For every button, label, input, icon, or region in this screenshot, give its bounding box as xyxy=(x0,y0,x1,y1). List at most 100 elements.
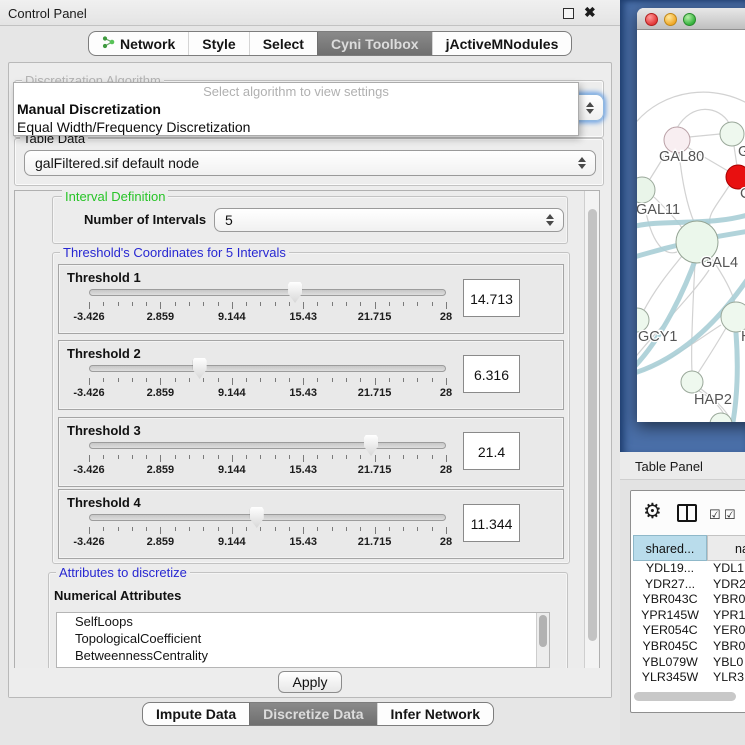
slider-track[interactable] xyxy=(89,289,446,296)
column-header-shared-name[interactable]: shared... xyxy=(633,535,707,561)
table-row[interactable]: YPR145WYPR1 xyxy=(631,608,745,624)
attribute-list-item[interactable]: BetweennessCentrality xyxy=(57,647,549,664)
tab-discretize-data[interactable]: Discretize Data xyxy=(249,703,376,725)
slider-tick xyxy=(89,302,90,309)
interval-definition-legend: Interval Definition xyxy=(62,189,168,204)
slider-tick xyxy=(218,378,219,382)
table-row[interactable]: YLR345WYLR3 xyxy=(631,670,745,686)
gear-icon[interactable]: ⚙ xyxy=(643,499,662,524)
table-row[interactable]: YBR045CYBR0 xyxy=(631,639,745,655)
slider-tick xyxy=(432,527,433,531)
network-and-table-panel: GAL80GCGAL11GAL4GCY1HHAP2 Table Panel ⚙ … xyxy=(620,0,745,745)
network-node-label: H xyxy=(741,329,745,345)
slider-handle[interactable] xyxy=(193,358,207,379)
float-window-icon[interactable] xyxy=(563,8,574,19)
slider-track[interactable] xyxy=(89,514,446,521)
tab-select[interactable]: Select xyxy=(249,32,317,55)
table-row[interactable]: YDL19...YDL1 xyxy=(631,561,745,577)
table-row[interactable]: YER054CYER0 xyxy=(631,623,745,639)
network-node[interactable] xyxy=(721,302,745,332)
network-node[interactable] xyxy=(681,371,703,393)
attributes-scrollbar[interactable] xyxy=(536,613,549,667)
threshold-value-box[interactable]: 14.713 xyxy=(463,279,520,317)
tab-cyni-toolbox[interactable]: Cyni Toolbox xyxy=(317,32,432,55)
minimize-traffic-light-icon[interactable] xyxy=(664,13,677,26)
tab-style[interactable]: Style xyxy=(188,32,248,55)
zoom-traffic-light-icon[interactable] xyxy=(683,13,696,26)
slider-tick-label: 9.144 xyxy=(218,536,246,548)
column-header-name[interactable]: na xyxy=(707,535,745,561)
threshold-value-box[interactable]: 21.4 xyxy=(463,432,520,470)
slider-tick xyxy=(317,455,318,459)
slider-handle[interactable] xyxy=(250,507,264,528)
scrollbar-thumb[interactable] xyxy=(634,692,736,701)
close-icon[interactable]: ✖ xyxy=(584,4,596,21)
slider-tick xyxy=(346,527,347,531)
apply-button[interactable]: Apply xyxy=(278,671,342,693)
network-node[interactable] xyxy=(637,177,655,203)
slider-tick xyxy=(432,302,433,306)
algorithm-dropdown-popup: Select algorithm to view settings Manual… xyxy=(13,82,579,136)
slider-tick xyxy=(175,378,176,382)
slider-tick xyxy=(275,527,276,531)
table-data-combobox[interactable]: galFiltered.sif default node xyxy=(24,150,596,176)
dropdown-option[interactable]: Manual Discretization xyxy=(14,100,578,118)
slider-tick xyxy=(132,455,133,459)
scrollbar-thumb[interactable] xyxy=(588,209,597,641)
dropdown-option[interactable]: Equal Width/Frequency Discretization xyxy=(14,118,578,136)
bottom-tabbar: Impute DataDiscretize DataInfer Network xyxy=(142,702,494,726)
tab-impute-data[interactable]: Impute Data xyxy=(143,703,249,725)
close-traffic-light-icon[interactable] xyxy=(645,13,658,26)
threshold-panel: Threshold 2-3.4262.8599.14415.4321.71528… xyxy=(58,340,564,410)
network-node[interactable] xyxy=(720,122,744,146)
slider-tick-label: 28 xyxy=(440,311,452,323)
slider-tick xyxy=(360,378,361,382)
cell-name: YBR0 xyxy=(713,592,745,608)
slider-tick xyxy=(218,455,219,459)
slider-tick xyxy=(260,378,261,382)
dropdown-prompt: Select algorithm to view settings xyxy=(14,83,578,100)
table-body: YDL19...YDL1YDR27...YDR2YBR043C YBR0YPR14… xyxy=(631,561,745,688)
network-graph: GAL80GCGAL11GAL4GCY1HHAP2 xyxy=(637,30,745,422)
slider-tick xyxy=(175,527,176,531)
slider-tick xyxy=(332,302,333,306)
tab-jactivemnodules[interactable]: jActiveMNodules xyxy=(432,32,572,55)
cell-shared-name: YBR043C xyxy=(633,592,707,608)
slider-handle[interactable] xyxy=(288,282,302,303)
threshold-value-box[interactable]: 6.316 xyxy=(463,355,520,393)
slider-tick xyxy=(132,302,133,306)
slider-track[interactable] xyxy=(89,365,446,372)
slider-tick-label: 28 xyxy=(440,387,452,399)
slider-track[interactable] xyxy=(89,442,446,449)
tab-network[interactable]: Network xyxy=(89,32,188,55)
table-row[interactable]: YDR27...YDR2 xyxy=(631,577,745,593)
network-window-titlebar[interactable] xyxy=(637,8,745,30)
network-node[interactable] xyxy=(710,413,732,422)
horizontal-scrollbar[interactable] xyxy=(634,692,744,702)
slider-tick xyxy=(389,302,390,306)
slider-tick xyxy=(232,302,233,309)
slider-handle[interactable] xyxy=(364,435,378,456)
numerical-attributes-list[interactable]: SelfLoopsTopologicalCoefficientBetweenne… xyxy=(56,612,550,668)
slider-tick xyxy=(203,378,204,382)
scrollbar-thumb[interactable] xyxy=(539,615,547,647)
slider-tick xyxy=(303,455,304,462)
vertical-scrollbar[interactable] xyxy=(584,191,599,669)
table-row[interactable]: YIL052CYIL0 xyxy=(631,686,745,688)
split-columns-icon[interactable] xyxy=(677,504,697,522)
tab-infer-network[interactable]: Infer Network xyxy=(377,703,493,725)
slider-tick xyxy=(103,527,104,531)
checkbox-icon[interactable]: ☑ xyxy=(709,507,721,523)
threshold-value-box[interactable]: 11.344 xyxy=(463,504,520,542)
number-of-intervals-combobox[interactable]: 5 xyxy=(214,208,564,232)
network-canvas[interactable]: GAL80GCGAL11GAL4GCY1HHAP2 xyxy=(637,30,745,422)
attribute-list-item[interactable]: TopologicalCoefficient xyxy=(57,630,549,647)
slider-tick xyxy=(260,527,261,531)
slider-tick xyxy=(275,302,276,306)
table-row[interactable]: YBR043C YBR0 xyxy=(631,592,745,608)
attribute-list-item[interactable]: SelfLoops xyxy=(57,613,549,630)
slider-tick xyxy=(275,378,276,382)
tab-label: Cyni Toolbox xyxy=(331,36,419,52)
table-row[interactable]: YBL079WYBL0 xyxy=(631,655,745,671)
checkbox-icon[interactable]: ☑ xyxy=(724,507,736,523)
